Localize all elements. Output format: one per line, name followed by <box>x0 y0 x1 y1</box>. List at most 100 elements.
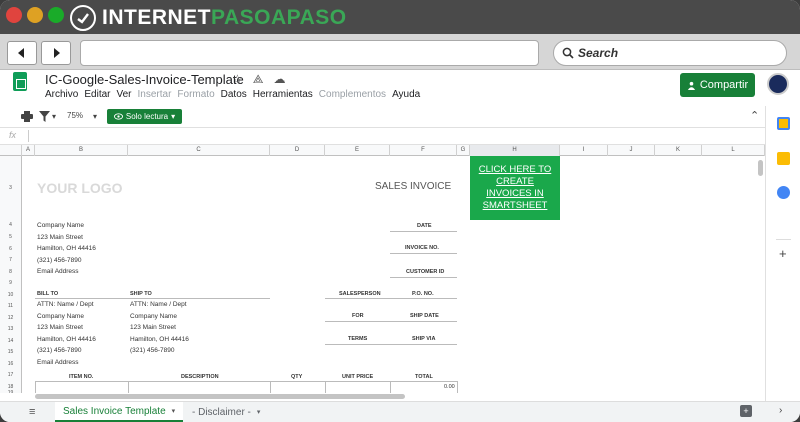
column-header-g[interactable]: G <box>457 145 470 156</box>
side-panel-toggle-icon[interactable]: › <box>779 405 782 416</box>
menu-item-archivo[interactable]: Archivo <box>45 89 78 100</box>
row-header-9[interactable]: 9 <box>0 278 22 289</box>
search-input[interactable]: Search <box>553 40 787 66</box>
sheets-logo-icon[interactable] <box>13 72 27 91</box>
column-header-i[interactable]: I <box>560 145 608 156</box>
corner-cell[interactable] <box>0 145 22 156</box>
column-header-e[interactable]: E <box>325 145 390 156</box>
menu-item-insertar: Insertar <box>137 89 172 100</box>
company-name: Company Name <box>37 222 84 229</box>
terms-line <box>325 344 457 345</box>
collapse-toolbar-icon[interactable]: ⌃ <box>750 109 759 122</box>
for-label: FOR <box>352 313 364 319</box>
row-header-4[interactable]: 4 <box>0 220 22 231</box>
column-header-h[interactable]: H <box>470 145 560 156</box>
row-header-16[interactable]: 16 <box>0 358 22 370</box>
filter-icon[interactable] <box>39 111 50 122</box>
menu-item-editar[interactable]: Editar <box>84 89 110 100</box>
forward-button[interactable] <box>41 41 71 65</box>
horizontal-scrollbar[interactable] <box>0 393 765 401</box>
print-icon[interactable] <box>21 111 33 122</box>
side-panel: + › <box>765 106 800 410</box>
url-input[interactable] <box>80 40 539 66</box>
menu-item-ver[interactable]: Ver <box>116 89 131 100</box>
column-header-f[interactable]: F <box>390 145 457 156</box>
back-button[interactable] <box>7 41 37 65</box>
vertical-scrollbar[interactable] <box>757 158 764 378</box>
arrow-left-icon <box>18 48 24 58</box>
chevron-down-icon[interactable]: ▾ <box>257 408 261 416</box>
company-phone: (321) 456-7890 <box>37 257 82 264</box>
row-header-12[interactable]: 12 <box>0 312 22 324</box>
column-header-c[interactable]: C <box>128 145 270 156</box>
qty-header: QTY <box>291 374 303 380</box>
filter-dropdown-icon[interactable]: ▾ <box>52 112 56 121</box>
spreadsheet-grid[interactable]: ABCDEFGHIJKL 345678910111213141516171819… <box>0 145 765 393</box>
explore-icon[interactable]: + <box>740 405 752 417</box>
document-title[interactable]: IC-Google-Sales-Invoice-Template <box>45 72 244 87</box>
item-no-header: ITEM NO. <box>69 374 94 380</box>
row-header-11[interactable]: 11 <box>0 301 22 312</box>
tasks-icon[interactable] <box>777 186 790 199</box>
move-icon[interactable]: ⟁ <box>253 72 264 87</box>
star-icon[interactable]: ☆ <box>232 72 243 87</box>
formula-bar[interactable]: fx <box>0 128 765 145</box>
column-header-d[interactable]: D <box>270 145 325 156</box>
row-header-14[interactable]: 14 <box>0 335 22 347</box>
toolbar: ▾ 75% ▾ Solo lectura ▾ ⌃ <box>0 106 765 128</box>
items-table-row <box>35 381 458 393</box>
share-button[interactable]: Compartir <box>680 73 755 97</box>
row-header-7[interactable]: 7 <box>0 255 22 266</box>
avatar[interactable] <box>767 73 789 95</box>
brand-name: INTERNETPASOAPASO <box>102 6 347 29</box>
row-header-8[interactable]: 8 <box>0 266 22 278</box>
row-header-10[interactable]: 10 <box>0 289 22 301</box>
row-header-6[interactable]: 6 <box>0 243 22 255</box>
maximize-window-button[interactable] <box>48 7 64 23</box>
zoom-dropdown-icon[interactable]: ▾ <box>93 112 97 121</box>
ship-phone: (321) 456-7890 <box>130 347 175 354</box>
ship-via-label: SHIP VIA <box>412 336 436 342</box>
horizontal-scroll-thumb[interactable] <box>35 394 405 399</box>
menu-item-ayuda[interactable]: Ayuda <box>392 89 420 100</box>
close-window-button[interactable] <box>6 7 22 23</box>
minimize-window-button[interactable] <box>27 7 43 23</box>
terms-label: TERMS <box>348 336 368 342</box>
fx-label: fx <box>9 130 17 140</box>
row-header-13[interactable]: 13 <box>0 324 22 335</box>
first-total-value: 0.00 <box>444 384 455 390</box>
tab-disclaimer[interactable]: - Disclaimer - ▾ <box>184 402 268 422</box>
invoice-no-label: INVOICE NO. <box>405 245 439 251</box>
chevron-down-icon[interactable]: ▾ <box>172 407 176 415</box>
column-header-j[interactable]: J <box>608 145 655 156</box>
all-sheets-icon[interactable]: ≡ <box>29 406 35 418</box>
calendar-icon[interactable] <box>777 117 790 130</box>
side-divider <box>776 239 791 240</box>
document-header: IC-Google-Sales-Invoice-Template ☆ ⟁ ☁ A… <box>0 70 800 106</box>
row-header-3[interactable]: 3 <box>0 156 22 220</box>
vertical-scroll-thumb[interactable] <box>758 160 763 176</box>
column-header-a[interactable]: A <box>22 145 35 156</box>
row-header-17[interactable]: 17 <box>0 370 22 381</box>
tab-sales-invoice-template[interactable]: Sales Invoice Template ▾ <box>55 402 184 422</box>
zoom-select[interactable]: 75% <box>67 111 83 120</box>
read-only-label: Solo lectura <box>125 112 169 121</box>
menu-item-herramientas[interactable]: Herramientas <box>253 89 313 100</box>
row-header-5[interactable]: 5 <box>0 231 22 243</box>
ship-attn: ATTN: Name / Dept <box>130 301 187 308</box>
column-header-l[interactable]: L <box>702 145 765 156</box>
arrow-right-icon <box>54 48 60 58</box>
cloud-icon[interactable]: ☁ <box>273 72 285 87</box>
read-only-button[interactable]: Solo lectura ▾ <box>107 109 182 124</box>
add-addon-icon[interactable]: + <box>779 246 787 261</box>
column-header-b[interactable]: B <box>35 145 128 156</box>
ship-street: 123 Main Street <box>130 324 176 331</box>
keep-icon[interactable] <box>777 152 790 165</box>
smartsheet-link[interactable]: CLICK HERE TO CREATE INVOICES IN SMARTSH… <box>470 156 560 220</box>
eye-icon <box>113 113 123 120</box>
row-header-15[interactable]: 15 <box>0 347 22 358</box>
title-bar: INTERNETPASOAPASO <box>0 0 800 34</box>
column-header-k[interactable]: K <box>655 145 702 156</box>
sheet-tabs-bar: ≡ Sales Invoice Template ▾ - Disclaimer … <box>0 401 800 422</box>
menu-item-datos[interactable]: Datos <box>221 89 247 100</box>
